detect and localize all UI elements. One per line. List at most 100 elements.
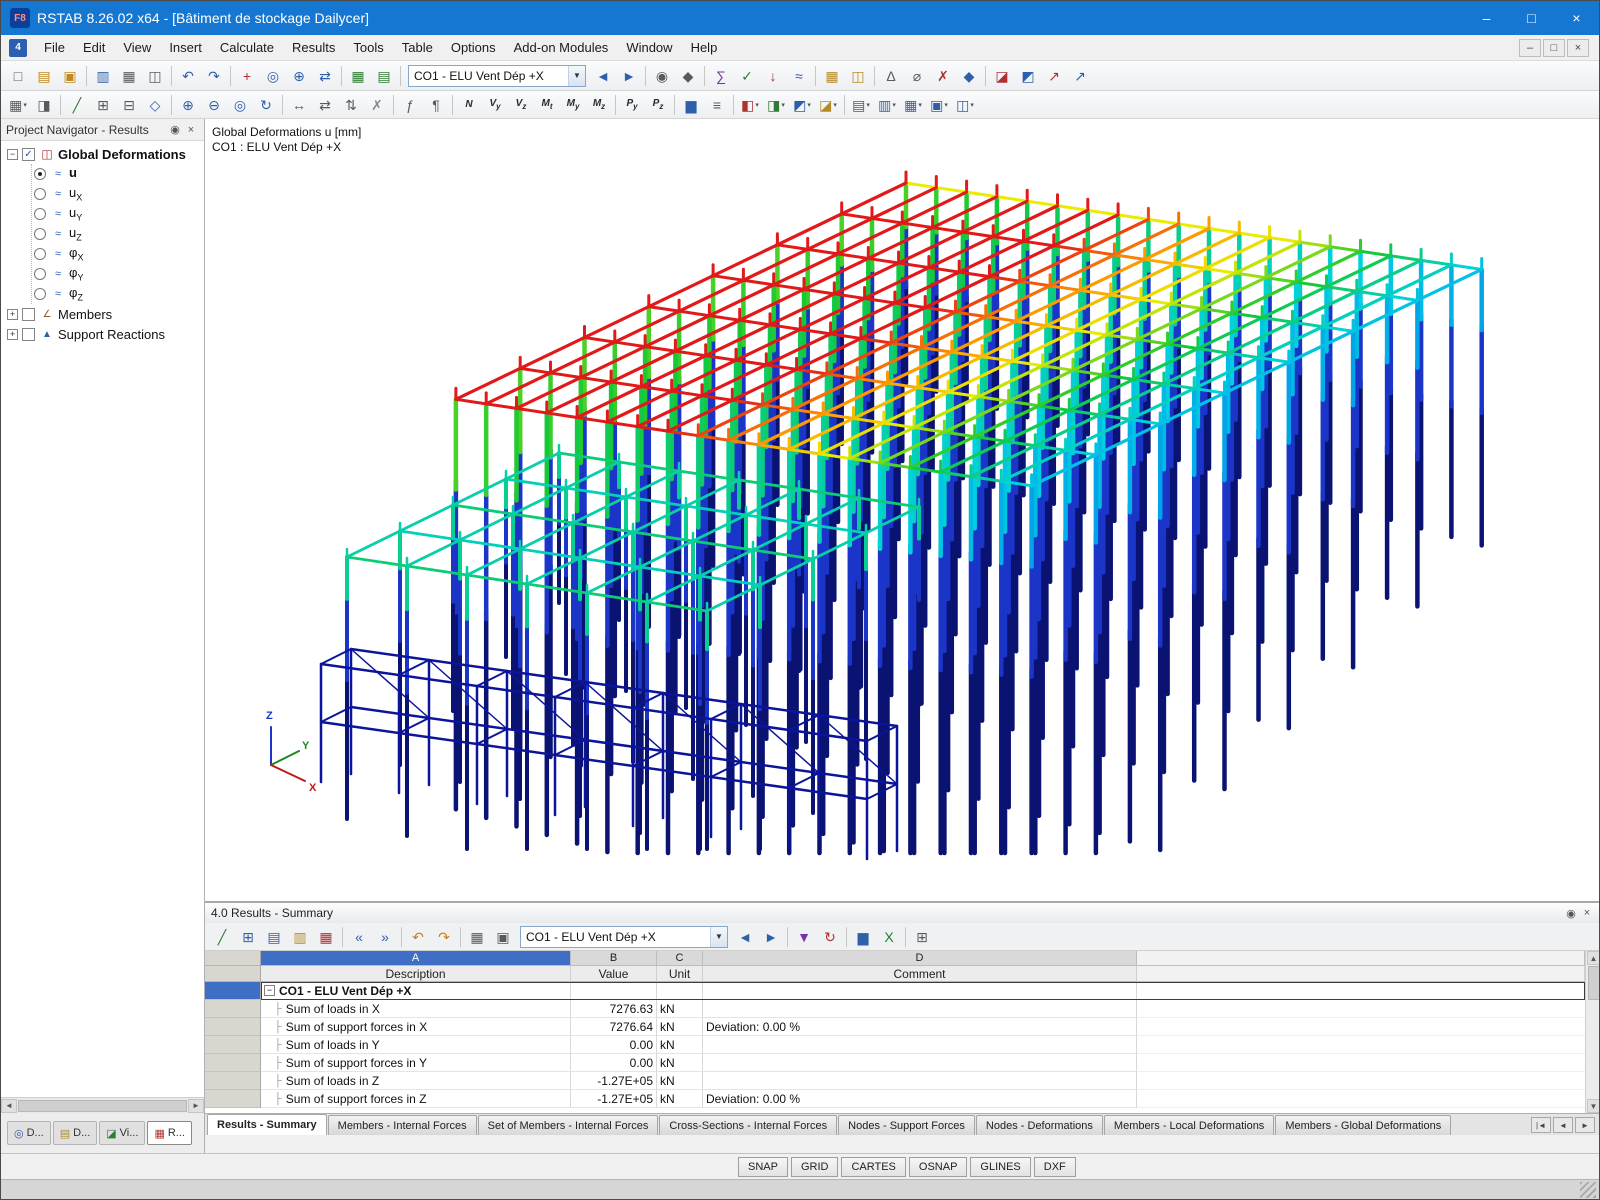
export-table-button[interactable]: »: [373, 925, 397, 949]
rstab-window-1-button[interactable]: ◪: [990, 64, 1014, 88]
tree-item-u[interactable]: ≈ u: [34, 164, 204, 184]
row-selector[interactable]: [205, 1072, 261, 1090]
tree-item-members-checkbox[interactable]: [22, 307, 35, 321]
tree-item-support-reactions-checkbox[interactable]: [22, 327, 35, 341]
comment-button[interactable]: ¶: [424, 93, 448, 117]
menu-item-tools[interactable]: Tools: [344, 36, 392, 59]
tree-item-support-reactions[interactable]: + ▲ Support Reactions: [5, 324, 204, 344]
move-object-button[interactable]: ↔: [287, 93, 311, 117]
navigator-tab-3[interactable]: ▦ R...: [147, 1121, 192, 1145]
tab-members-internal-forces[interactable]: Members - Internal Forces: [327, 1115, 477, 1135]
export-model-button[interactable]: ↗: [1042, 64, 1066, 88]
menu-item-calculate[interactable]: Calculate: [211, 36, 283, 59]
rotate-view-button[interactable]: ↻: [254, 93, 278, 117]
table-grid-button[interactable]: ▦: [465, 925, 489, 949]
column-letter-d[interactable]: D: [703, 951, 1137, 966]
crosshair-button[interactable]: +: [235, 64, 259, 88]
scroll-right-icon[interactable]: ►: [188, 1098, 204, 1113]
navigator-hscrollbar[interactable]: ◄ ►: [1, 1097, 204, 1113]
calculator-button[interactable]: ⊞: [910, 925, 934, 949]
reaction-pz-button[interactable]: Pz: [646, 93, 670, 117]
expand-icon[interactable]: +: [7, 328, 18, 340]
scroll-thumb[interactable]: [1587, 966, 1599, 1000]
row-selector[interactable]: [205, 1018, 261, 1036]
undo-button[interactable]: ↶: [176, 64, 200, 88]
table-row[interactable]: ├ Sum of support forces in Y 0.00 kN: [205, 1054, 1585, 1072]
force-vz-button[interactable]: Vz: [509, 93, 533, 117]
external-link-button[interactable]: ↗: [1068, 64, 1092, 88]
show-loads-button[interactable]: ↓: [761, 64, 785, 88]
menu-item-view[interactable]: View: [114, 36, 160, 59]
dropdown-arrow-icon[interactable]: ▾: [892, 101, 896, 109]
table-settings-button[interactable]: ▣: [491, 925, 515, 949]
chevron-down-icon[interactable]: ▼: [568, 65, 585, 86]
delete-object-button[interactable]: ✗: [365, 93, 389, 117]
column-letter-b[interactable]: B: [571, 951, 657, 966]
status-snap-button[interactable]: SNAP: [738, 1156, 788, 1177]
column-letter-a[interactable]: A: [261, 951, 571, 966]
scroll-up-icon[interactable]: ▲: [1586, 951, 1599, 965]
table-row[interactable]: ├ Sum of support forces in X 7276.64 kN Devi…: [205, 1018, 1585, 1036]
table-row[interactable]: ├ Sum of loads in Z -1.27E+05 kN: [205, 1072, 1585, 1090]
rendering-button[interactable]: ◨: [32, 93, 56, 117]
zoom-window-button[interactable]: ⊕: [176, 93, 200, 117]
zoom-all-button[interactable]: ◎: [228, 93, 252, 117]
refresh-table-button[interactable]: ↻: [818, 925, 842, 949]
view-y-button[interactable]: ◨ ▾: [764, 93, 788, 117]
mdi-minimize-button[interactable]: –: [1519, 38, 1541, 57]
scroll-left-icon[interactable]: ◄: [1, 1098, 17, 1113]
global-deformations-checkbox[interactable]: ✓: [22, 147, 35, 161]
measure-button[interactable]: Δ: [879, 64, 903, 88]
delete-results-button[interactable]: ✗: [931, 64, 955, 88]
menu-item-results[interactable]: Results: [283, 36, 344, 59]
radio-button[interactable]: [34, 228, 46, 240]
results-vscrollbar[interactable]: ▲ ▼: [1585, 951, 1599, 1113]
menu-item-edit[interactable]: Edit: [74, 36, 114, 59]
menu-item-help[interactable]: Help: [682, 36, 727, 59]
visibility-1-button[interactable]: ▤ ▾: [849, 93, 873, 117]
result-values-button[interactable]: ≡: [705, 93, 729, 117]
moment-mt-button[interactable]: Mt: [535, 93, 559, 117]
status-cartes-button[interactable]: CARTES: [841, 1156, 906, 1177]
force-n-button[interactable]: N: [457, 93, 481, 117]
section-button[interactable]: ⌀: [905, 64, 929, 88]
print-graphic-button[interactable]: ▦: [117, 64, 141, 88]
project-manager-button[interactable]: ▣: [58, 64, 82, 88]
tree-item-uy[interactable]: ≈ uY: [34, 204, 204, 224]
first-tab-button[interactable]: |◄: [1531, 1117, 1551, 1133]
force-vy-button[interactable]: Vy: [483, 93, 507, 117]
tree-item-phiy[interactable]: ≈ φY: [34, 264, 204, 284]
results-panel-header[interactable]: 4.0 Results - Summary ◉ ×: [205, 903, 1599, 923]
numbering-button[interactable]: ⊞: [91, 93, 115, 117]
open-model-button[interactable]: ▤: [32, 64, 56, 88]
visibility-4-button[interactable]: ▣ ▾: [927, 93, 951, 117]
view-x-button[interactable]: ◧ ▾: [738, 93, 762, 117]
scroll-thumb[interactable]: [18, 1099, 187, 1112]
prev-result-button[interactable]: ◄: [733, 925, 757, 949]
redo-table-button[interactable]: ↷: [432, 925, 456, 949]
status-glines-button[interactable]: GLINES: [970, 1156, 1031, 1177]
undo-table-button[interactable]: ↶: [406, 925, 430, 949]
table-row[interactable]: ├ Sum of loads in X 7276.63 kN: [205, 1000, 1585, 1018]
menu-item-insert[interactable]: Insert: [160, 36, 211, 59]
excel-export-button[interactable]: X: [877, 925, 901, 949]
perspective-view-button[interactable]: ◆: [676, 64, 700, 88]
menu-item-table[interactable]: Table: [393, 36, 442, 59]
radio-button[interactable]: [34, 208, 46, 220]
table-row[interactable]: ├ Sum of loads in Y 0.00 kN: [205, 1036, 1585, 1054]
next-tab-button[interactable]: ►: [1575, 1117, 1595, 1133]
tree-item-phiz[interactable]: ≈ φZ: [34, 284, 204, 304]
table-manager-button[interactable]: ▤: [372, 64, 396, 88]
results-case-combo[interactable]: CO1 - ELU Vent Dép +X ▼: [520, 925, 728, 948]
deformation-scene[interactable]: Z Y X: [205, 119, 1600, 901]
prev-tab-button[interactable]: ◄: [1553, 1117, 1573, 1133]
tab-cross-sections-internal-forces[interactable]: Cross-Sections - Internal Forces: [659, 1115, 838, 1135]
row-selector[interactable]: [205, 1090, 261, 1108]
search-button[interactable]: ◎: [261, 64, 285, 88]
selected-radio-button[interactable]: [34, 168, 46, 180]
collapse-icon[interactable]: −: [7, 148, 18, 160]
table-row[interactable]: ├ Sum of support forces in Z -1.27E+05 kN De…: [205, 1090, 1585, 1108]
row-selector[interactable]: [205, 1000, 261, 1018]
display-properties-button[interactable]: ▦ ▾: [6, 93, 30, 117]
tree-item-ux[interactable]: ≈ uX: [34, 184, 204, 204]
